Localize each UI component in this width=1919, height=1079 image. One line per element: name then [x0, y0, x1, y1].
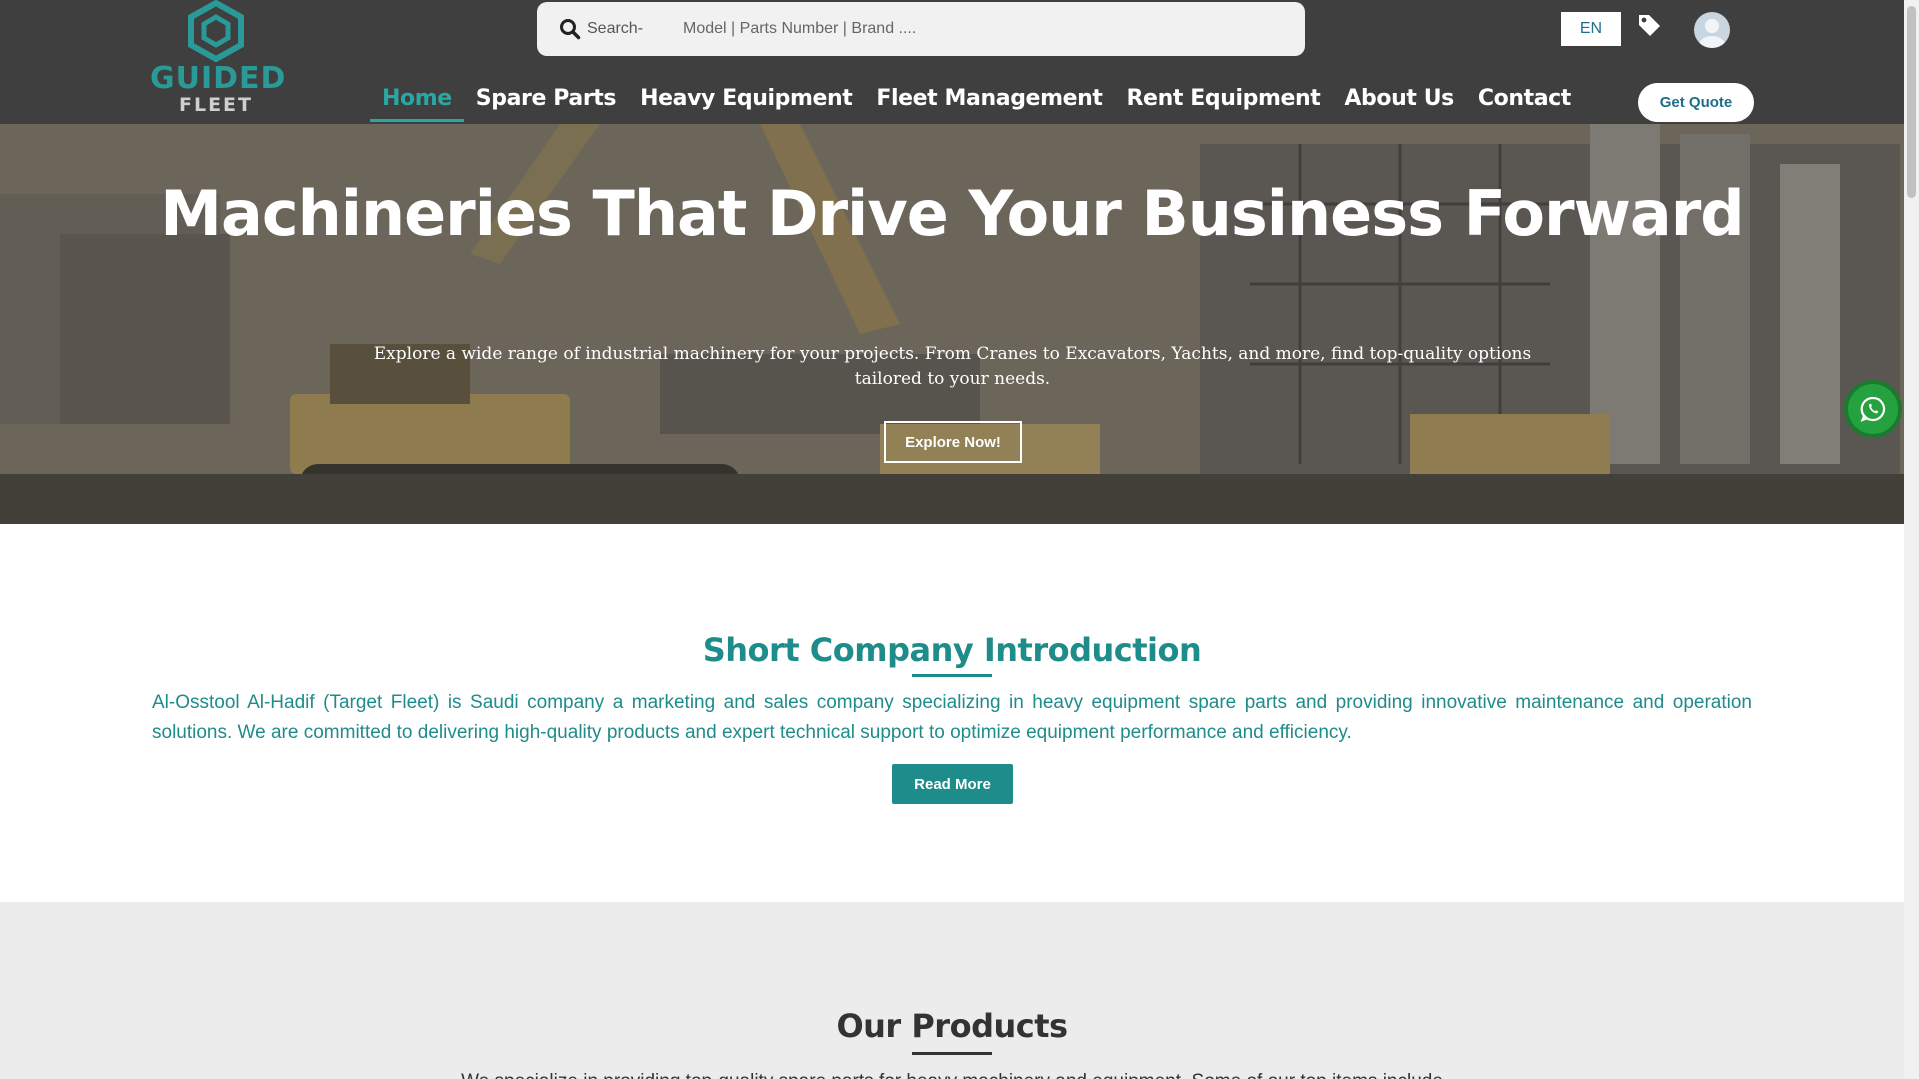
products-text: We specialize in providing top-quality s… [0, 1069, 1904, 1079]
whatsapp-button[interactable] [1844, 380, 1902, 438]
nav-item-about-us[interactable]: About Us [1332, 82, 1466, 122]
nav-item-heavy-equipment[interactable]: Heavy Equipment [628, 82, 864, 122]
whatsapp-icon [1860, 396, 1886, 422]
search-label: Search- [587, 20, 644, 37]
hero-title: Machineries That Drive Your Business For… [160, 177, 1744, 250]
intro-title: Short Company Introduction [702, 631, 1202, 669]
read-more-button[interactable]: Read More [892, 764, 1013, 804]
intro-title-underline [912, 674, 992, 677]
site-header: GUIDED FLEET Search- EN Home Spare Parts… [0, 0, 1904, 124]
page-scrollbar[interactable] [1904, 0, 1919, 1079]
intro-text: Al-Osstool Al-Hadif (Target Fleet) is Sa… [152, 692, 1752, 743]
hexagon-logo-icon [188, 0, 244, 62]
search-input[interactable] [683, 20, 1184, 38]
products-section: Our Products We specialize in providing … [0, 902, 1904, 1079]
user-avatar-icon[interactable] [1694, 12, 1730, 48]
hero-subtitle: Explore a wide range of industrial machi… [373, 344, 1532, 389]
search-icon [560, 19, 581, 40]
tag-icon[interactable] [1636, 12, 1662, 38]
products-title-underline [912, 1052, 992, 1055]
main-nav: Home Spare Parts Heavy Equipment Fleet M… [370, 82, 1583, 122]
nav-item-contact[interactable]: Contact [1466, 82, 1583, 122]
company-intro-section: Short Company Introduction Al-Osstool Al… [0, 524, 1904, 902]
person-icon [1699, 19, 1725, 48]
scrollbar-thumb[interactable] [1907, 6, 1916, 198]
explore-now-button[interactable]: Explore Now! [884, 421, 1022, 463]
search-bar[interactable]: Search- [537, 2, 1305, 56]
hero-banner: Machineries That Drive Your Business For… [0, 124, 1904, 524]
nav-item-home[interactable]: Home [370, 82, 464, 122]
brand-name: GUIDED [150, 61, 287, 96]
nav-item-spare-parts[interactable]: Spare Parts [464, 82, 628, 122]
brand-subname: FLEET [178, 94, 253, 116]
get-quote-button[interactable]: Get Quote [1638, 83, 1754, 122]
brand-logo[interactable]: GUIDED FLEET [150, 0, 287, 120]
nav-item-rent-equipment[interactable]: Rent Equipment [1115, 82, 1333, 122]
nav-item-fleet-management[interactable]: Fleet Management [864, 82, 1114, 122]
products-title: Our Products [836, 1007, 1068, 1045]
language-selector[interactable]: EN [1561, 12, 1621, 46]
